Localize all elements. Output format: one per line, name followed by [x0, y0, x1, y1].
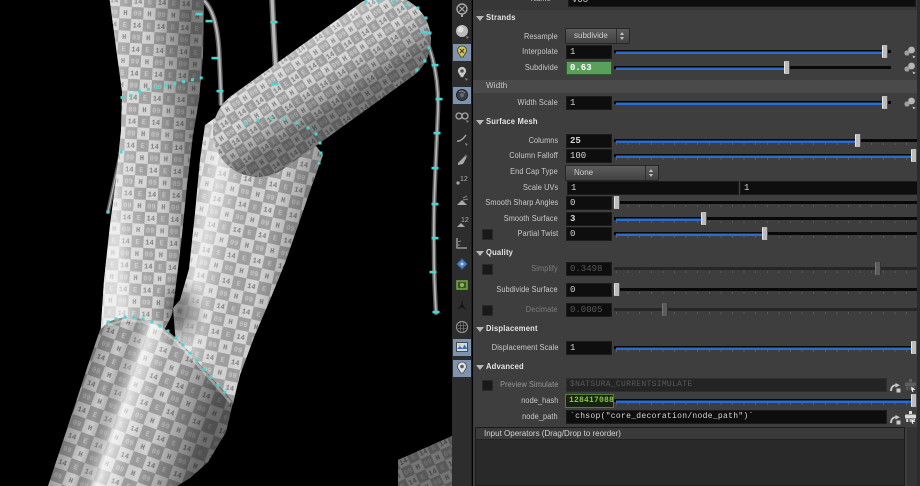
svg-text:12: 12: [460, 176, 468, 183]
svg-text:12: 12: [461, 217, 469, 224]
